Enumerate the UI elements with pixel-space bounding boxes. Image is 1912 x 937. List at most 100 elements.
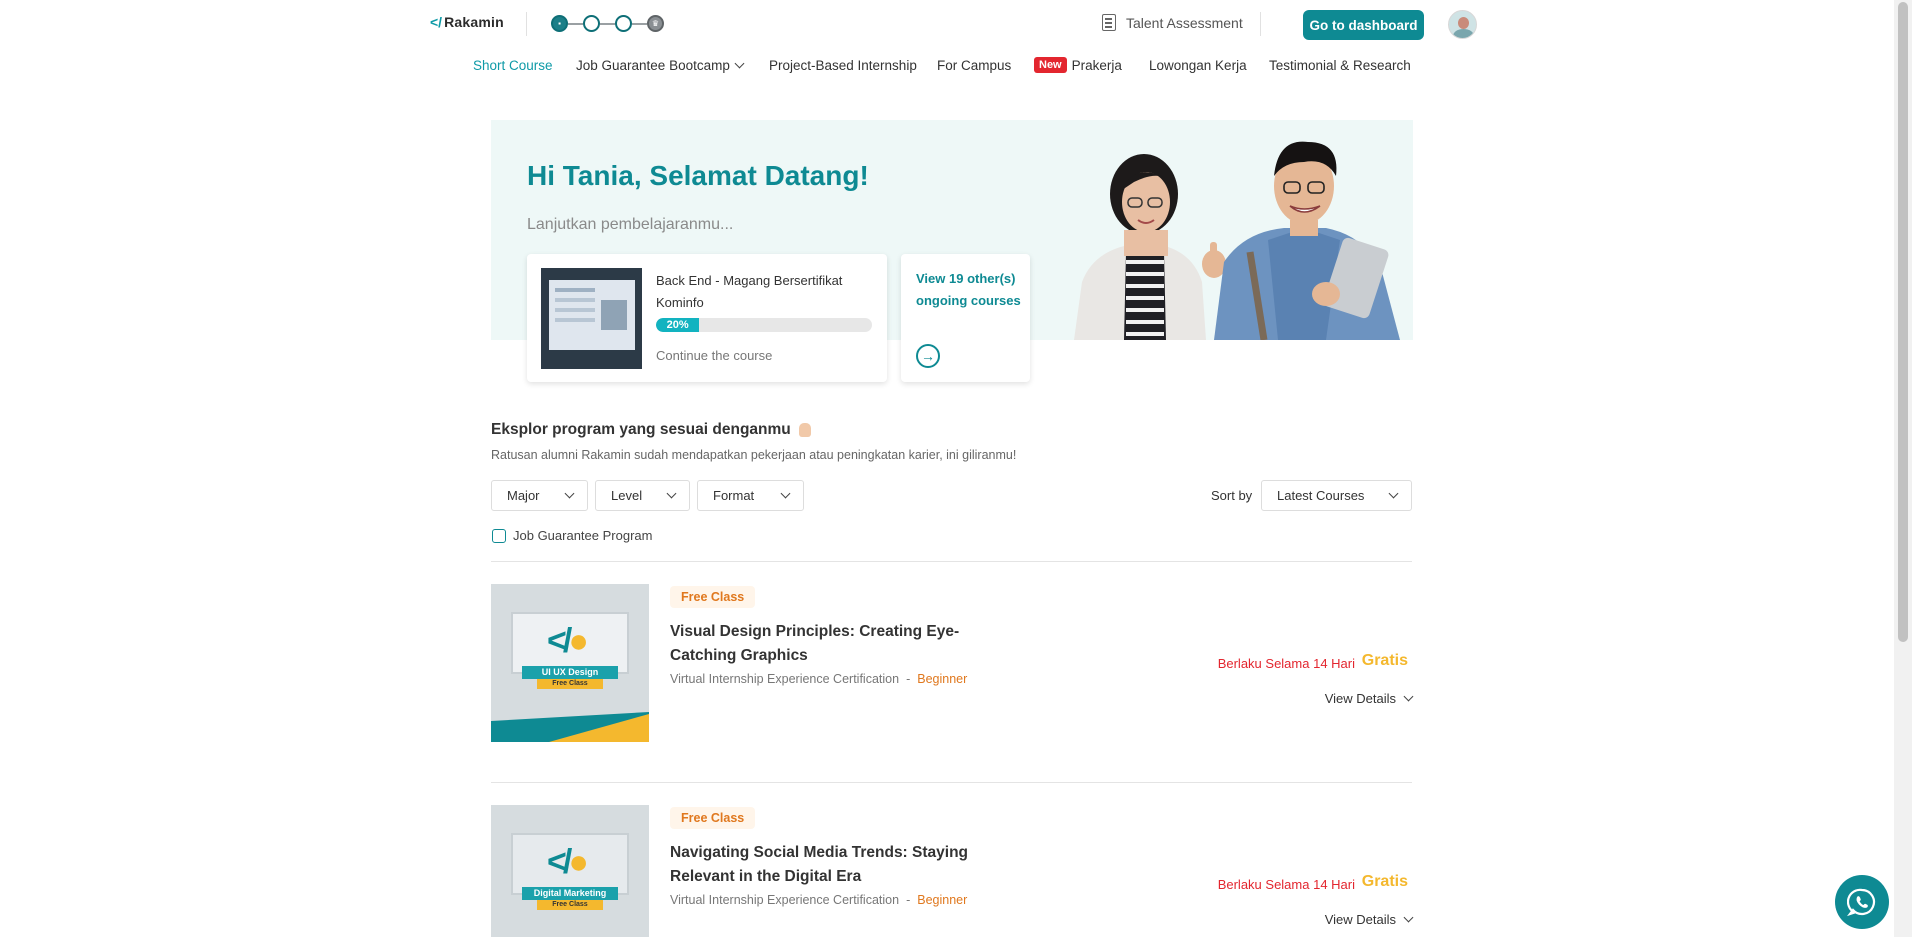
format-filter[interactable]: Format <box>697 480 804 511</box>
pointing-hand-icon <box>798 423 811 437</box>
divider <box>491 561 1412 562</box>
rakamin-mark-icon: </● <box>547 622 589 660</box>
other-courses-card[interactable]: View 19 other(s) ongoing courses → <box>901 254 1030 382</box>
thumb-label: UI UX Design <box>522 666 618 679</box>
nav-job-guarantee-bootcamp[interactable]: Job Guarantee Bootcamp <box>576 58 745 73</box>
free-class-badge: Free Class <box>670 807 756 829</box>
nav-for-campus[interactable]: For Campus <box>937 58 1011 73</box>
rakamin-logo[interactable]: </ Rakamin <box>430 14 504 30</box>
sort-by-label: Sort by <box>1211 488 1253 503</box>
filter-label: Major <box>507 488 540 503</box>
checkbox[interactable] <box>492 528 506 543</box>
course-progress-bar: 20% <box>656 318 872 332</box>
sort-select[interactable]: Latest Courses <box>1261 480 1412 511</box>
filter-label: Format <box>713 488 755 503</box>
chevron-down-icon <box>666 488 677 499</box>
progress-fill: 20% <box>656 318 700 332</box>
step-circle-icon[interactable] <box>615 15 632 32</box>
course-duration: Berlaku Selama 14 Hari <box>1217 656 1355 671</box>
logo-text: Rakamin <box>444 14 504 30</box>
top-header: </ Rakamin ▪ ♛ Talent Assessment Go to d… <box>0 0 1894 48</box>
job-guarantee-label: Job Guarantee Program <box>513 528 653 543</box>
explore-subtitle: Ratusan alumni Rakamin sudah mendapatkan… <box>491 448 1017 462</box>
nav-label: Project-Based Internship <box>769 58 917 73</box>
course-price: Gratis <box>1361 652 1408 669</box>
course-thumbnail[interactable]: </● Digital Marketing Free Class <box>491 805 649 937</box>
continue-course-link[interactable]: Continue the course <box>656 348 772 363</box>
thumb-label: Digital Marketing <box>522 887 618 900</box>
rakamin-mark-icon: </● <box>547 843 589 881</box>
nav-label: Short Course <box>473 58 553 73</box>
view-details-button[interactable]: View Details <box>1324 691 1414 706</box>
free-class-badge: Free Class <box>670 586 756 608</box>
explore-title-text: Eksplor program yang sesuai denganmu <box>491 421 791 438</box>
students-illustration <box>1074 141 1400 340</box>
arrow-right-icon[interactable]: → <box>916 344 940 368</box>
whatsapp-button[interactable] <box>1835 875 1889 929</box>
major-filter[interactable]: Major <box>491 480 588 511</box>
meta-separator: - <box>906 893 911 907</box>
view-details-label: View Details <box>1324 691 1396 706</box>
talent-assessment-label: Talent Assessment <box>1126 14 1243 31</box>
briefcase-step-icon[interactable]: ▪ <box>551 15 568 32</box>
chevron-down-icon <box>1388 488 1399 499</box>
checklist-icon <box>1102 14 1116 31</box>
chevron-down-icon <box>780 488 791 499</box>
avatar[interactable] <box>1448 10 1477 39</box>
nav-short-course[interactable]: Short Course <box>473 58 553 73</box>
divider <box>526 12 527 36</box>
meta-separator: - <box>906 672 911 686</box>
nav-prakerja[interactable]: New Prakerja <box>1034 57 1122 73</box>
ongoing-course-title: Back End - Magang Bersertifikat Kominfo <box>656 273 843 310</box>
monitor-image <box>549 280 635 350</box>
welcome-subtitle: Lanjutkan pembelajaranmu... <box>527 216 734 233</box>
nav-label: Testimonial & Research <box>1269 58 1411 73</box>
view-details-button[interactable]: View Details <box>1325 912 1414 927</box>
divider <box>1260 12 1261 36</box>
filter-label: Level <box>611 488 643 503</box>
progress-steps[interactable]: ▪ ♛ <box>551 15 664 32</box>
level-filter[interactable]: Level <box>595 480 690 511</box>
step-connector <box>600 22 615 25</box>
talent-assessment-link[interactable]: Talent Assessment <box>1102 14 1243 31</box>
course-thumbnail <box>541 268 642 369</box>
nav-testimonial-research[interactable]: Testimonial & Research <box>1269 58 1411 73</box>
job-guarantee-checkbox[interactable]: Job Guarantee Program <box>492 528 652 543</box>
welcome-title: Hi Tania, Selamat Datang! <box>527 160 869 191</box>
nav-label: Lowongan Kerja <box>1149 58 1247 73</box>
thumb-sublabel: Free Class <box>537 679 603 689</box>
scrollbar-thumb[interactable] <box>1898 2 1908 642</box>
course-type: Virtual Internship Experience Certificat… <box>670 893 900 907</box>
nav-label: Job Guarantee Bootcamp <box>576 58 730 73</box>
course-thumbnail[interactable]: </● UI UX Design Free Class <box>491 584 649 742</box>
course-meta: Virtual Internship Experience Certificat… <box>670 893 967 907</box>
divider <box>491 782 1412 783</box>
page-scrollbar[interactable] <box>1894 0 1912 937</box>
nav-label: For Campus <box>937 58 1012 73</box>
course-duration: Berlaku Selama 14 Hari <box>1217 877 1355 892</box>
trophy-step-icon[interactable]: ♛ <box>647 15 664 32</box>
course-list-item[interactable]: </● Digital Marketing Free Class Free Cl… <box>491 805 1414 937</box>
course-type: Virtual Internship Experience Certificat… <box>670 672 900 686</box>
course-list-item[interactable]: </● UI UX Design Free Class Free Class V… <box>491 584 1414 744</box>
whatsapp-icon <box>1847 888 1876 917</box>
step-circle-icon[interactable] <box>583 15 600 32</box>
go-to-dashboard-button[interactable]: Go to dashboard <box>1303 10 1424 40</box>
logo-mark-icon: </ <box>430 14 443 30</box>
step-connector <box>632 22 647 25</box>
ongoing-course-card[interactable]: Back End - Magang Bersertifikat Kominfo … <box>527 254 887 382</box>
nav-project-based-internship[interactable]: Project-Based Internship <box>769 58 917 73</box>
other-courses-label: View 19 other(s) ongoing courses <box>916 271 1021 308</box>
step-connector <box>568 22 583 25</box>
avatar-body <box>1453 29 1474 38</box>
sort-value: Latest Courses <box>1277 488 1365 503</box>
course-price: Gratis <box>1361 873 1408 890</box>
main-nav: Short Course Job Guarantee Bootcamp Proj… <box>0 57 1894 80</box>
chevron-down-icon <box>1403 912 1414 923</box>
chevron-down-icon <box>1403 691 1414 702</box>
course-level: Beginner <box>917 893 968 907</box>
chevron-down-icon <box>564 488 575 499</box>
course-title[interactable]: Visual Design Principles: Creating Eye-C… <box>670 620 970 668</box>
nav-lowongan-kerja[interactable]: Lowongan Kerja <box>1149 58 1247 73</box>
course-title[interactable]: Navigating Social Media Trends: Staying … <box>670 841 970 889</box>
